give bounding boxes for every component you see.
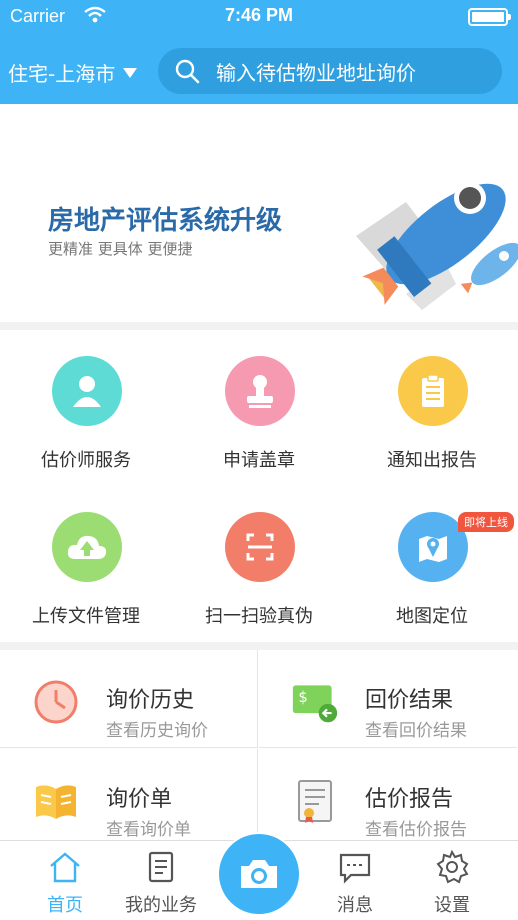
card-appraisal-report[interactable]: 估价报告 查看估价报告	[259, 749, 517, 847]
service-upload[interactable]: 上传文件管理	[0, 486, 172, 627]
home-icon	[50, 852, 80, 883]
camera-button-face	[219, 834, 299, 914]
camera-button[interactable]	[217, 832, 301, 916]
city-selector[interactable]: 住宅-上海市	[8, 58, 138, 87]
service-label: 地图定位	[396, 606, 468, 627]
camera-icon	[241, 860, 277, 888]
clock-icon	[32, 678, 80, 726]
tab-settings[interactable]: 设置	[407, 841, 497, 920]
tab-label: 我的业务	[125, 895, 197, 916]
service-stamp[interactable]: 申请盖章	[173, 330, 345, 471]
service-appraiser[interactable]: 估价师服务	[0, 330, 172, 471]
clipboard-icon	[398, 356, 468, 426]
book-icon	[32, 777, 80, 825]
card-price-result[interactable]: $ 回价结果 查看回价结果	[259, 650, 517, 748]
search-bar[interactable]: 输入待估物业地址询价	[158, 48, 502, 94]
caret-down-icon	[123, 67, 138, 78]
card-subtitle: 查看回价结果	[365, 721, 467, 741]
tab-label: 设置	[434, 895, 470, 916]
status-bar: Carrier 7:46 PM	[0, 0, 518, 34]
battery-icon	[468, 8, 511, 26]
card-title: 询价单	[106, 787, 173, 812]
quick-cards: 询价历史 查看历史询价 $ 回价结果 查看回价结果 询价单 查看询价单 估价报告…	[0, 650, 518, 847]
rocket-illustration	[356, 182, 518, 310]
search-icon	[175, 59, 200, 84]
service-label: 扫一扫验真伪	[205, 606, 313, 627]
banner-subtitle: 更精准 更具体 更便捷	[48, 240, 193, 258]
card-subtitle: 查看询价单	[106, 820, 191, 840]
coming-soon-badge: 即将上线	[458, 512, 514, 532]
message-icon	[339, 853, 371, 884]
promo-banner[interactable]: 房地产评估系统升级 更精准 更具体 更便捷	[0, 104, 518, 322]
service-label: 估价师服务	[41, 450, 131, 471]
scan-icon	[225, 512, 295, 582]
search-placeholder: 输入待估物业地址询价	[216, 60, 416, 85]
tab-label: 首页	[47, 895, 83, 916]
card-title: 回价结果	[365, 688, 454, 713]
tab-messages[interactable]: 消息	[310, 841, 400, 920]
gear-icon	[436, 849, 469, 884]
certificate-icon	[291, 777, 339, 825]
tab-home[interactable]: 首页	[20, 841, 110, 920]
appraiser-icon	[52, 356, 122, 426]
top-bar: Carrier 7:46 PM 住宅-上海市 输入待估物业地址询价	[0, 0, 518, 104]
document-icon	[148, 851, 174, 883]
service-report-notice[interactable]: 通知出报告	[346, 330, 518, 471]
service-scan[interactable]: 扫一扫验真伪	[173, 486, 345, 627]
card-title: 估价报告	[365, 787, 454, 812]
cloud-upload-icon	[52, 512, 122, 582]
tab-label: 消息	[337, 895, 373, 916]
banner-title: 房地产评估系统升级	[48, 206, 283, 236]
service-label: 通知出报告	[387, 450, 477, 471]
tab-my-business[interactable]: 我的业务	[116, 841, 206, 920]
service-map[interactable]: 地图定位	[346, 486, 518, 627]
card-subtitle: 查看历史询价	[106, 721, 208, 741]
status-time: 7:46 PM	[224, 5, 294, 25]
service-label: 申请盖章	[223, 450, 295, 471]
city-selector-label: 住宅-上海市	[8, 62, 116, 86]
price-result-icon: $	[291, 678, 339, 726]
stamp-icon	[225, 356, 295, 426]
svg-text:$: $	[298, 689, 307, 706]
service-grid: 估价师服务 申请盖章 通知出报告 上传文件管理 扫一扫验真伪 地图定位	[0, 330, 518, 642]
card-title: 询价历史	[106, 688, 195, 713]
card-inquiry-list[interactable]: 询价单 查看询价单	[0, 749, 258, 847]
service-label: 上传文件管理	[32, 606, 140, 627]
card-price-history[interactable]: 询价历史 查看历史询价	[0, 650, 258, 748]
card-subtitle: 查看估价报告	[365, 820, 467, 840]
